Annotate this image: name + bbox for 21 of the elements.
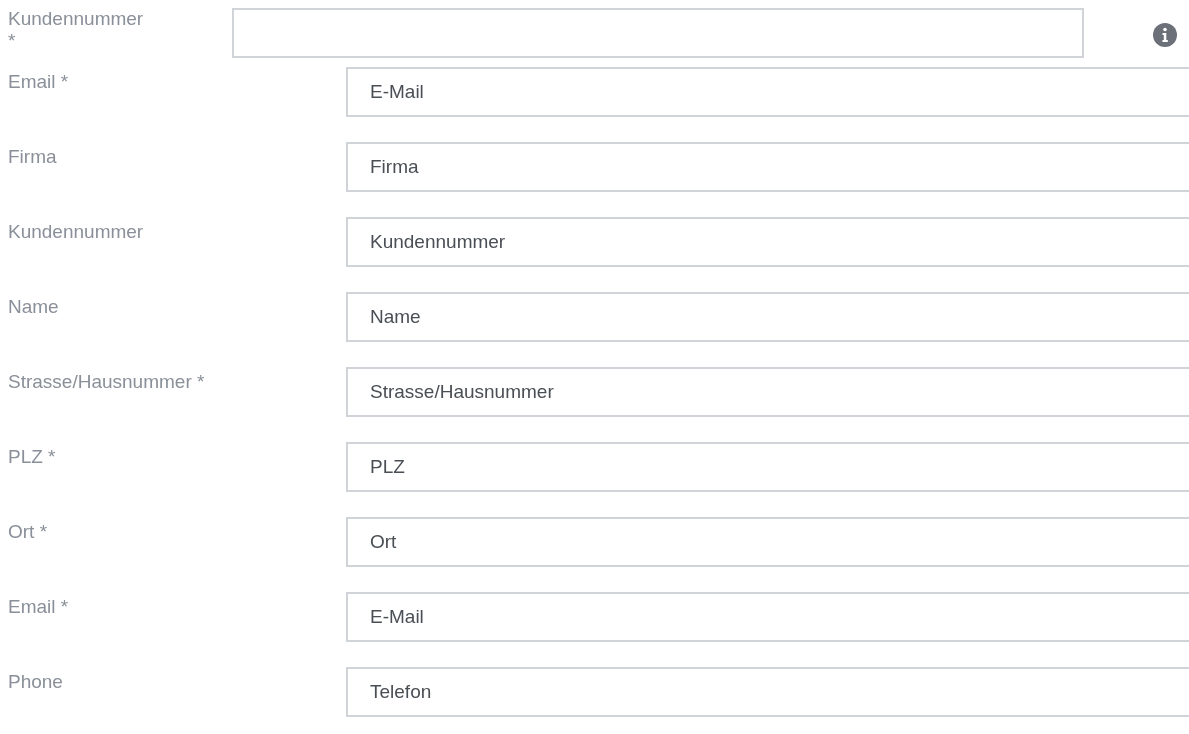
input-field[interactable]: E-Mail bbox=[346, 592, 1189, 642]
field-label: Kundennummer bbox=[8, 220, 145, 243]
field-label: Phone bbox=[8, 670, 64, 693]
input-field[interactable]: Telefon bbox=[346, 667, 1189, 717]
field-label: Kundennummer * bbox=[8, 8, 145, 52]
info-icon[interactable] bbox=[1153, 23, 1177, 47]
input-field[interactable]: Name bbox=[346, 292, 1189, 342]
input-field[interactable]: Ort bbox=[346, 517, 1189, 567]
input-field[interactable]: Firma bbox=[346, 142, 1189, 192]
field-label: PLZ * bbox=[8, 445, 57, 468]
input-field[interactable]: Kundennummer bbox=[346, 217, 1189, 267]
field-label: Ort * bbox=[8, 520, 49, 543]
field-label: Firma bbox=[8, 145, 58, 168]
field-label: Strasse/Hausnummer * bbox=[8, 370, 206, 393]
field-label: Email * bbox=[8, 595, 70, 618]
input-field[interactable]: Strasse/Hausnummer bbox=[346, 367, 1189, 417]
customer-number-field[interactable] bbox=[232, 8, 1084, 58]
field-label: Email * bbox=[8, 70, 70, 93]
input-field[interactable]: E-Mail bbox=[346, 67, 1189, 117]
input-field[interactable]: PLZ bbox=[346, 442, 1189, 492]
field-label: Name bbox=[8, 295, 60, 318]
